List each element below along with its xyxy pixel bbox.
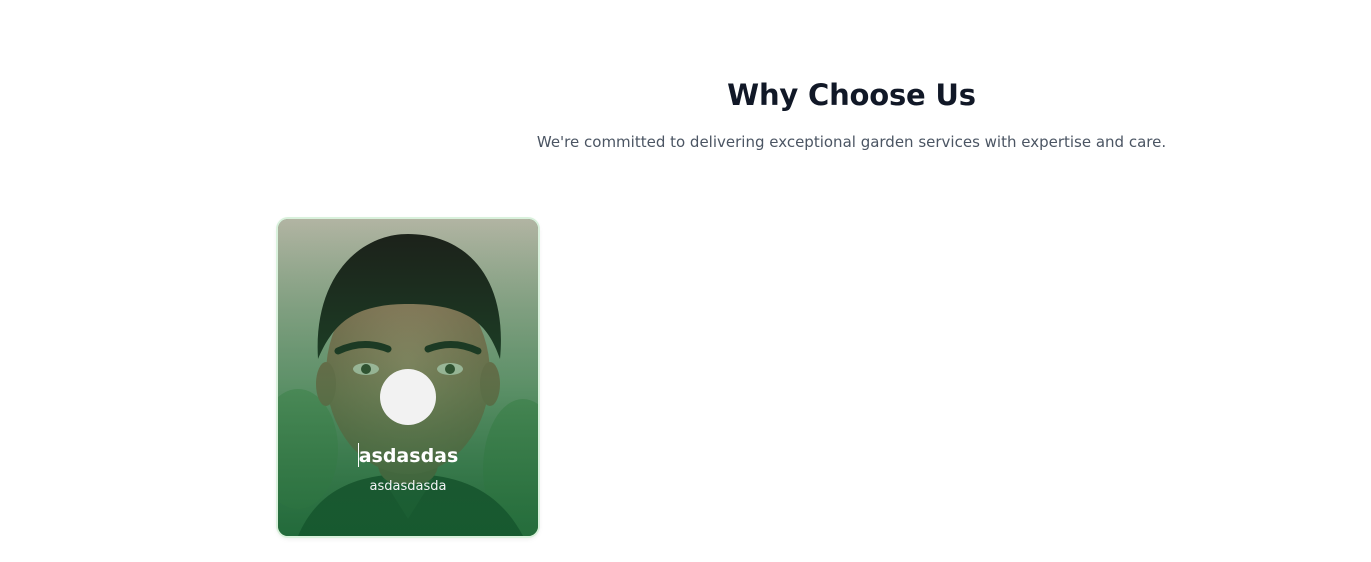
- why-choose-us-section: Why Choose Us We're committed to deliver…: [0, 0, 1371, 562]
- section-subtitle: We're committed to delivering exceptiona…: [536, 133, 1167, 151]
- team-member-card[interactable]: asdasdas asdasdasda: [278, 219, 538, 536]
- section-title: Why Choose Us: [727, 78, 976, 112]
- team-member-name-text: asdasdas: [358, 445, 459, 467]
- avatar-placeholder-icon: [380, 369, 436, 425]
- team-member-name[interactable]: asdasdas: [278, 443, 538, 467]
- team-member-role: asdasdasda: [369, 479, 447, 494]
